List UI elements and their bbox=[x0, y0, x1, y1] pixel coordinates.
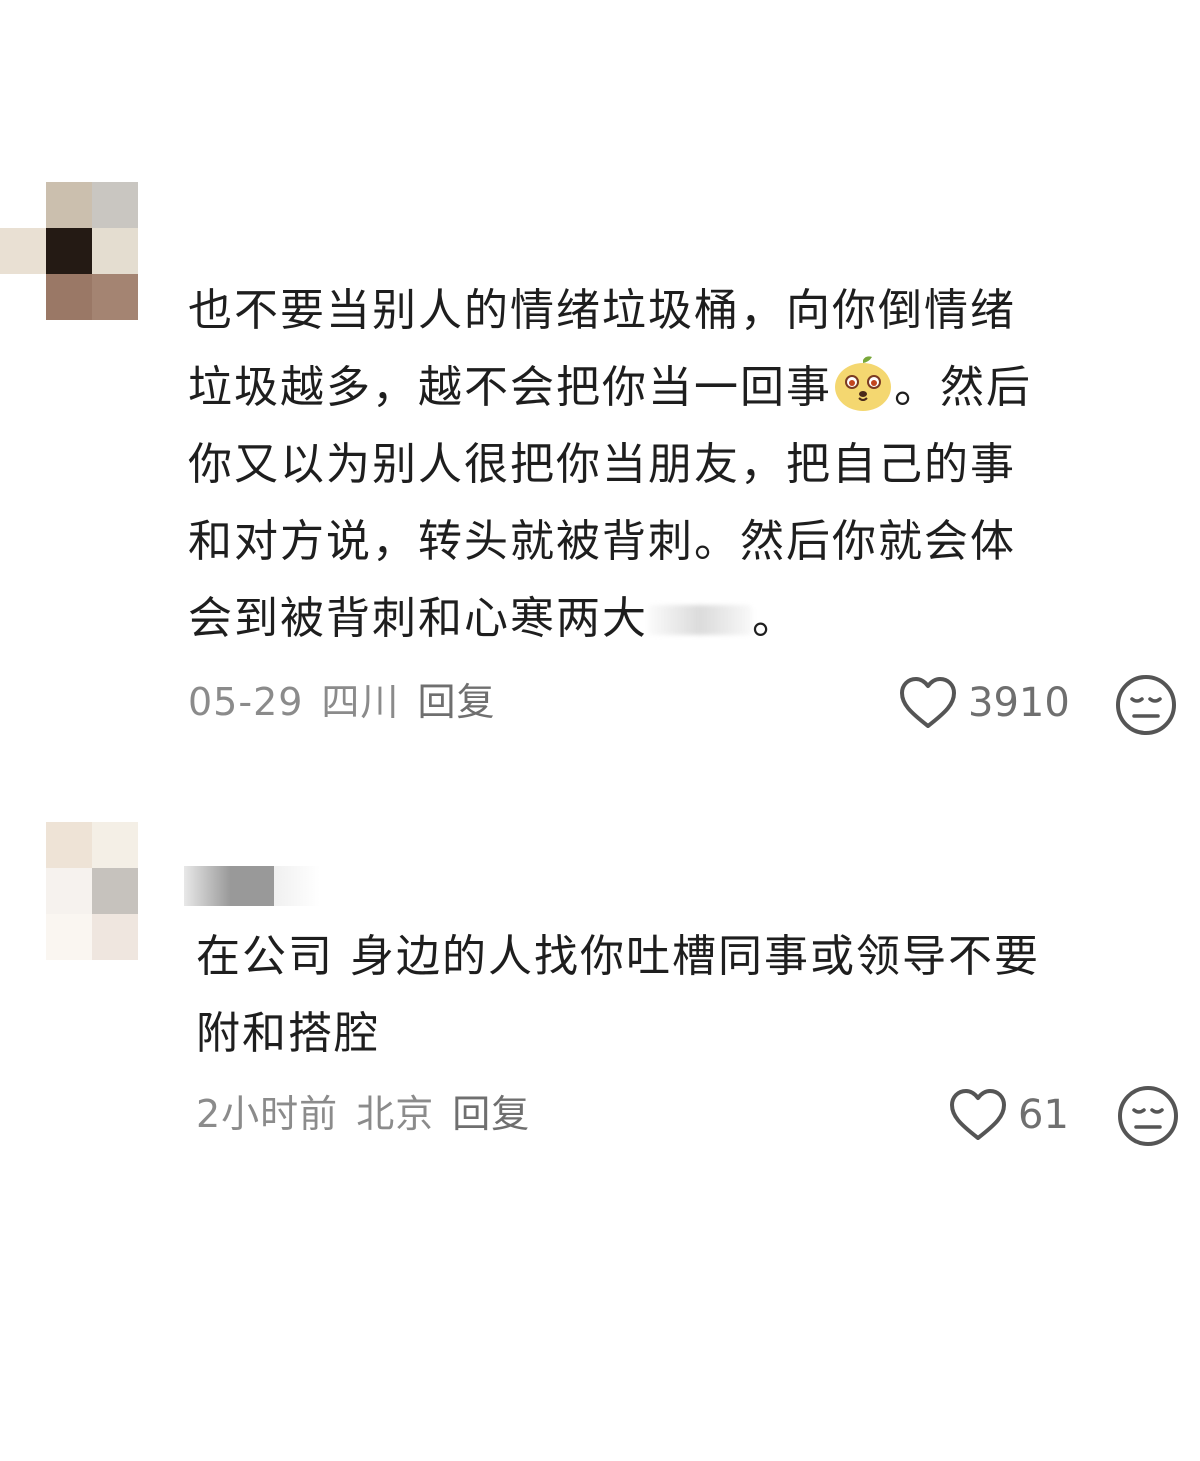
comment-text: 也不要当别人的情绪垃圾桶，向你倒情绪 垃圾越多，越不会把你当一回事 。然后 你又… bbox=[188, 285, 1032, 644]
like-count: 3910 bbox=[968, 680, 1070, 726]
avatar[interactable] bbox=[0, 182, 138, 320]
cute-face-emoji-icon bbox=[835, 356, 891, 411]
reply-button[interactable]: 回复 bbox=[417, 680, 495, 724]
comment-date: 05-29 bbox=[188, 680, 304, 724]
reply-button[interactable]: 回复 bbox=[452, 1092, 530, 1136]
comment-item: 在公司 身边的人找你吐槽同事或领导不要 附和搭腔 2小时前 北京 回复 61 bbox=[0, 780, 1200, 1200]
meh-face-icon[interactable] bbox=[1114, 673, 1178, 737]
comment-text: 在公司 身边的人找你吐槽同事或领导不要 附和搭腔 bbox=[196, 931, 1040, 1059]
blurred-text bbox=[648, 605, 752, 635]
comment-location: 北京 bbox=[356, 1092, 435, 1136]
like-button[interactable]: 3910 bbox=[898, 676, 1070, 730]
comment-item: 也不要当别人的情绪垃圾桶，向你倒情绪 垃圾越多，越不会把你当一回事 。然后 你又… bbox=[0, 0, 1200, 780]
meh-face-icon[interactable] bbox=[1116, 1084, 1180, 1148]
like-button[interactable]: 61 bbox=[948, 1088, 1069, 1142]
comment-date: 2小时前 bbox=[196, 1092, 339, 1136]
comment-meta: 2小时前 北京 回复 bbox=[196, 1092, 548, 1136]
comment-meta: 05-29 四川 回复 bbox=[188, 680, 513, 724]
heart-icon bbox=[900, 677, 956, 728]
avatar[interactable] bbox=[46, 822, 138, 960]
comment-location: 四川 bbox=[321, 680, 400, 724]
heart-icon bbox=[950, 1089, 1006, 1140]
like-count: 61 bbox=[1018, 1092, 1069, 1138]
